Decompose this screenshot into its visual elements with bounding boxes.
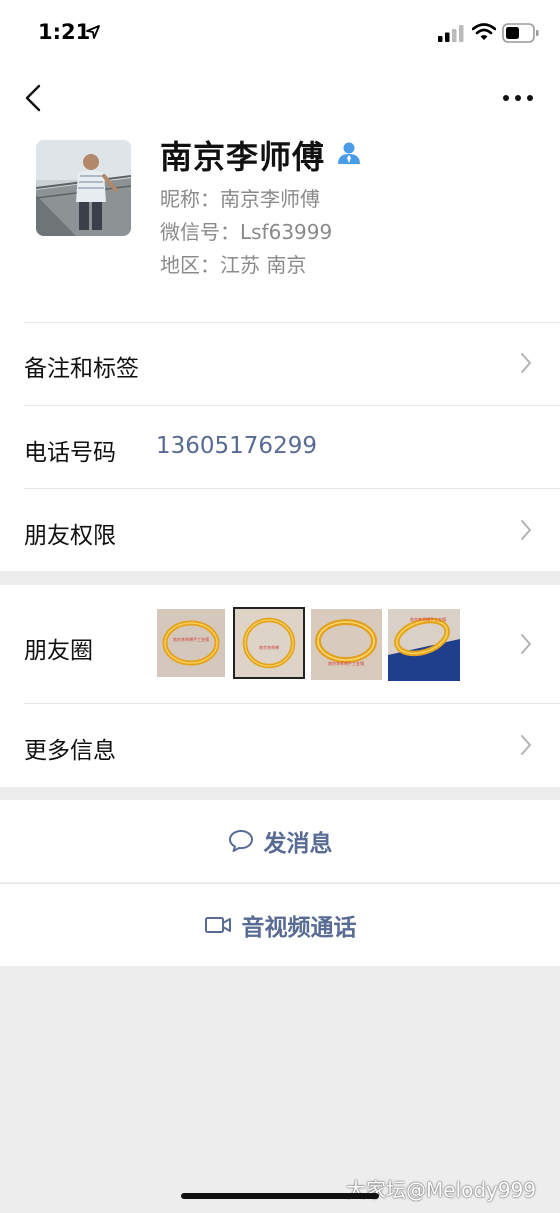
more-dots-icon: [503, 95, 533, 101]
divider: [24, 488, 560, 489]
send-message-button[interactable]: 发消息: [0, 800, 560, 882]
profile-name: 南京李师傅: [160, 138, 326, 176]
back-button[interactable]: [16, 80, 52, 116]
region-text: 地区：江苏 南京: [160, 253, 307, 277]
svg-text:南京李师傅手工金镯: 南京李师傅手工金镯: [173, 636, 209, 642]
remark-tags-label: 备注和标签: [24, 356, 139, 382]
battery-icon: [502, 23, 539, 43]
send-message-label: 发消息: [263, 831, 333, 857]
video-call-label: 音视频通话: [241, 914, 357, 941]
more-info-row[interactable]: 更多信息: [0, 703, 560, 787]
svg-text:南京李师傅: 南京李师傅: [259, 644, 279, 650]
divider: [24, 405, 560, 406]
more-info-label: 更多信息: [24, 738, 116, 764]
status-bar: 1:21: [0, 0, 560, 66]
chevron-right-icon: [521, 520, 531, 540]
moments-label: 朋友圈: [24, 638, 93, 664]
moments-row[interactable]: 朋友圈 南京李师傅手工金镯 南京李师傅 南京李师傅手工金镯 南京李师傅手工金镯: [0, 585, 560, 703]
friend-permissions-row[interactable]: 朋友权限: [0, 488, 560, 571]
video-call-button[interactable]: 音视频通话: [0, 883, 560, 966]
avatar-photo: [36, 140, 131, 236]
phone-row: 电话号码 13605176299: [0, 405, 560, 488]
avatar[interactable]: [36, 140, 131, 236]
chat-bubble-icon: [228, 830, 253, 852]
moments-thumbnail: 南京李师傅手工金镯: [388, 609, 460, 681]
chevron-right-icon: [521, 634, 531, 654]
more-button[interactable]: [498, 80, 538, 116]
nav-bar: [0, 66, 560, 130]
chevron-left-icon: [25, 84, 41, 112]
svg-text:南京李师傅手工金镯: 南京李师傅手工金镯: [328, 660, 364, 666]
home-indicator[interactable]: [181, 1193, 379, 1199]
chevron-right-icon: [521, 735, 531, 755]
status-time: 1:21: [38, 20, 91, 44]
phone-number-link[interactable]: 13605176299: [156, 433, 317, 459]
cellular-signal-icon: [438, 25, 464, 42]
wechat-id-text: 微信号：Lsf63999: [160, 220, 333, 244]
location-arrow-icon: [86, 25, 100, 39]
phone-label: 电话号码: [24, 440, 116, 466]
friend-permissions-label: 朋友权限: [24, 523, 116, 549]
divider: [24, 322, 560, 323]
remark-tags-row[interactable]: 备注和标签: [0, 322, 560, 405]
moments-thumbnail: 南京李师傅手工金镯: [157, 609, 225, 677]
nickname-text: 昵称：南京李师傅: [160, 187, 320, 211]
divider: [24, 703, 560, 704]
svg-text:南京李师傅手工金镯: 南京李师傅手工金镯: [410, 616, 446, 622]
moments-thumbnail: 南京李师傅: [233, 607, 305, 679]
profile-header: 南京李师傅 昵称：南京李师傅 微信号：Lsf63999 地区：江苏 南京: [0, 130, 560, 322]
chevron-right-icon: [521, 353, 531, 373]
moments-thumbnail: 南京李师傅手工金镯: [311, 609, 382, 680]
contact-person-icon: [338, 142, 360, 164]
wifi-icon: [472, 23, 496, 40]
video-camera-icon: [204, 916, 231, 933]
